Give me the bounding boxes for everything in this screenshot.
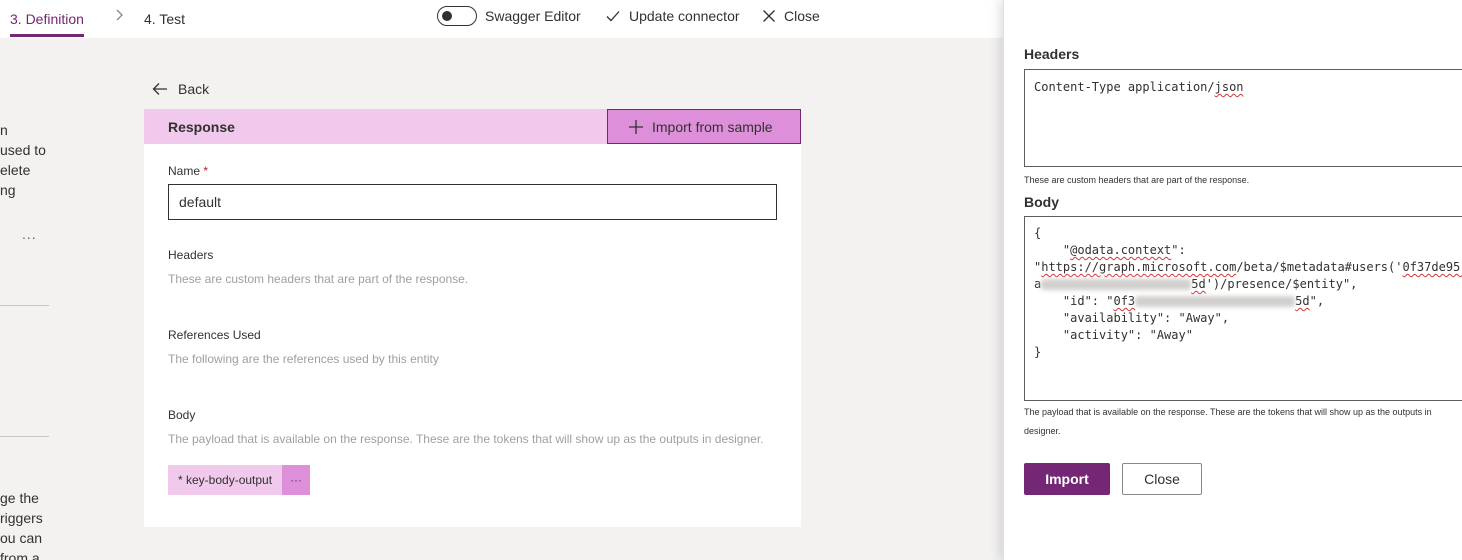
- sidebar-text-fragment: ge the: [0, 490, 39, 506]
- code-segment: https://graph.microsoft.com: [1041, 260, 1237, 274]
- close-icon: [763, 10, 775, 22]
- code-segment: 5d: [1191, 277, 1206, 291]
- headers-label: Headers: [168, 248, 214, 262]
- code-line: {: [1034, 226, 1042, 240]
- sidebar-text-fragment: elete: [0, 162, 31, 178]
- body-help-text: The payload that is available on the res…: [168, 432, 764, 446]
- code-segment: ":: [1171, 243, 1186, 257]
- body-output-token[interactable]: * key-body-output ···: [168, 465, 311, 495]
- tab-test[interactable]: 4. Test: [144, 0, 185, 38]
- code-segment: @odata.context: [1070, 243, 1172, 257]
- code-segment: 0f3: [1113, 294, 1136, 308]
- response-card: Response Import from sample Name * defau…: [144, 109, 801, 527]
- tab-test-label: 4. Test: [144, 11, 185, 27]
- references-label: References Used: [168, 328, 261, 342]
- sidebar-text-fragment: used to: [0, 142, 46, 158]
- toggle-switch[interactable]: [437, 6, 477, 26]
- panel-body-label: Body: [1024, 194, 1059, 210]
- sidebar-text-fragment: riggers: [0, 510, 43, 526]
- panel-body-help-line1: The payload that is available on the res…: [1024, 407, 1432, 417]
- headers-value-prefix: Content-Type application/: [1034, 80, 1215, 94]
- code-line: }: [1034, 345, 1042, 359]
- close-label: Close: [784, 8, 820, 24]
- import-from-sample-button[interactable]: Import from sample: [607, 109, 801, 144]
- panel-headers-label: Headers: [1024, 46, 1080, 62]
- code-line: a 5d')/presence/$entity",: [1034, 276, 1462, 293]
- code-segment: a: [1034, 277, 1042, 291]
- body-textarea[interactable]: { "@odata.context": "https://graph.micro…: [1024, 216, 1462, 401]
- code-line: "@odata.context":: [1034, 242, 1462, 259]
- response-title: Response: [168, 119, 235, 135]
- sidebar-text-fragment: ng: [0, 182, 16, 198]
- arrow-left-icon: [152, 83, 167, 95]
- code-segment: 5d: [1295, 294, 1310, 308]
- sidebar-divider: [0, 436, 49, 437]
- required-marker: *: [203, 164, 209, 178]
- token-more-icon[interactable]: ···: [282, 465, 311, 495]
- chevron-right-icon: [112, 8, 126, 22]
- back-button[interactable]: Back: [152, 80, 209, 98]
- code-segment: 0f37de95-: [1402, 260, 1462, 274]
- swagger-editor-label: Swagger Editor: [485, 8, 581, 24]
- sidebar-divider: [0, 305, 49, 306]
- code-segment: /beta/$metadata#users(': [1236, 260, 1403, 274]
- headers-value-json: json: [1214, 80, 1244, 94]
- code-line: "activity": "Away": [1034, 328, 1193, 342]
- swagger-editor-toggle[interactable]: Swagger Editor: [437, 6, 581, 26]
- name-input-value: default: [179, 194, 222, 210]
- redacted-block: [1135, 296, 1296, 307]
- more-options-icon[interactable]: ...: [22, 226, 37, 242]
- panel-headers-help: These are custom headers that are part o…: [1024, 175, 1250, 185]
- import-button[interactable]: Import: [1024, 463, 1110, 495]
- active-tab-indicator: [10, 34, 84, 37]
- code-segment: "id": ": [1034, 294, 1114, 308]
- headers-textarea[interactable]: Content-Type application/json: [1024, 69, 1462, 167]
- checkmark-icon: [606, 11, 620, 22]
- tab-definition[interactable]: 3. Definition: [10, 0, 84, 38]
- sidebar-text-fragment: n: [0, 122, 8, 138]
- code-line: "availability": "Away",: [1034, 311, 1230, 325]
- sidebar-text-fragment: from a: [0, 550, 40, 560]
- code-line: "id": "0f3 5d",: [1034, 293, 1462, 310]
- panel-close-button[interactable]: Close: [1122, 463, 1202, 495]
- import-sample-panel: Headers Content-Type application/json Th…: [1003, 0, 1462, 560]
- code-segment: ": [1034, 243, 1071, 257]
- update-connector-button[interactable]: Update connector: [605, 6, 740, 26]
- back-label: Back: [178, 81, 210, 97]
- code-segment: ",: [1309, 294, 1325, 308]
- body-label: Body: [168, 408, 196, 422]
- sidebar-text-fragment: ou can: [0, 530, 43, 546]
- update-connector-label: Update connector: [629, 8, 740, 24]
- close-button[interactable]: Close: [762, 6, 820, 26]
- name-field-label: Name *: [168, 164, 208, 178]
- headers-textarea-value: Content-Type application/json: [1034, 79, 1462, 96]
- name-label-text: Name: [168, 164, 201, 178]
- code-line: "https://graph.microsoft.com/beta/$metad…: [1034, 259, 1462, 276]
- token-label: * key-body-output: [168, 465, 283, 495]
- tab-definition-label: 3. Definition: [10, 11, 84, 27]
- code-segment: ')/presence/$entity",: [1205, 277, 1358, 291]
- panel-body-help-line2: designer.: [1024, 426, 1061, 436]
- name-input[interactable]: default: [168, 184, 777, 220]
- headers-help-text: These are custom headers that are part o…: [168, 272, 469, 286]
- import-from-sample-label: Import from sample: [652, 118, 773, 135]
- plus-icon: [629, 119, 643, 134]
- references-help-text: The following are the references used by…: [168, 352, 439, 366]
- toggle-knob: [442, 11, 452, 21]
- redacted-block: [1041, 279, 1192, 290]
